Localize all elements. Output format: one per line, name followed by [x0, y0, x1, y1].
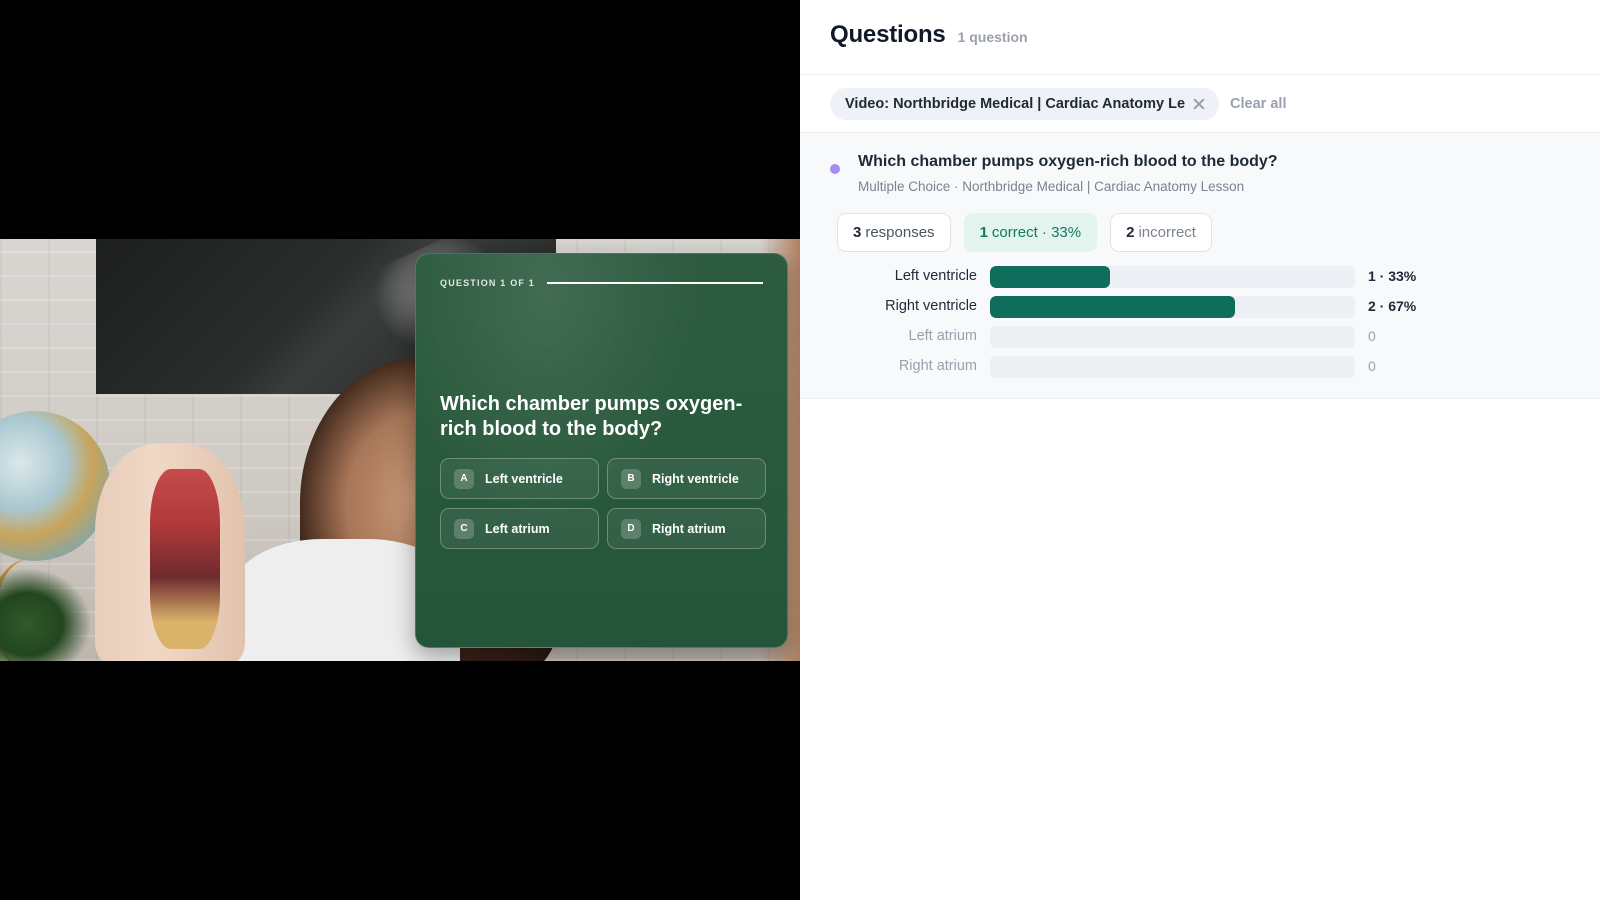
scene-plant — [0, 569, 90, 661]
quiz-option-letter: C — [454, 518, 474, 539]
answer-value: 0 — [1368, 358, 1376, 374]
incorrect-pill[interactable]: 2 incorrect — [1110, 213, 1212, 252]
quiz-option-label: Right atrium — [652, 521, 726, 536]
quiz-overlay-card: QUESTION 1 OF 1 Which chamber pumps oxyg… — [415, 253, 788, 648]
question-text: Which chamber pumps oxygen-rich blood to… — [858, 153, 1278, 170]
quiz-option-c[interactable]: C Left atrium — [440, 508, 599, 549]
answer-bar-fill — [990, 266, 1111, 288]
incorrect-count: 2 — [1126, 224, 1135, 241]
quiz-option-label: Left ventricle — [485, 471, 563, 486]
question-count: 1 question — [957, 29, 1028, 45]
quiz-progress-fill — [547, 282, 763, 284]
question-header: Which chamber pumps oxygen-rich blood to… — [800, 133, 1600, 205]
stats-row: 3 responses 1 correct · 33% 2 incorrect — [837, 213, 1212, 252]
correct-pill[interactable]: 1 correct · 33% — [963, 213, 1098, 252]
question-status-dot — [830, 164, 840, 174]
video-filter-chip[interactable]: Video: Northbridge Medical | Cardiac Ana… — [830, 87, 1220, 120]
answer-value: 1 · 33% — [1368, 268, 1417, 284]
answer-bar-track — [990, 356, 1355, 378]
quiz-question: Which chamber pumps oxygen-rich blood to… — [440, 393, 743, 440]
clear-all-link[interactable]: Clear all — [1230, 96, 1286, 112]
answer-bar-fill — [990, 296, 1235, 318]
incorrect-label: incorrect — [1138, 224, 1196, 241]
answer-bar-track — [990, 326, 1355, 348]
responses-count: 3 — [853, 224, 862, 241]
quiz-progress-row: QUESTION 1 OF 1 — [440, 276, 763, 290]
correct-count: 1 — [979, 224, 988, 241]
questions-panel: Questions 1 question Video: Northbridge … — [800, 0, 1600, 900]
quiz-option-label: Right ventricle — [652, 471, 739, 486]
quiz-options: A Left ventricle B Right ventricle C Lef… — [440, 458, 766, 549]
panel-header: Questions 1 question — [800, 0, 1600, 75]
quiz-counter: QUESTION 1 OF 1 — [440, 278, 536, 288]
quiz-option-a[interactable]: A Left ventricle — [440, 458, 599, 499]
quiz-progress-bar — [547, 282, 763, 284]
answer-label: Right atrium — [898, 358, 977, 374]
quiz-option-letter: B — [621, 468, 641, 489]
correct-label: correct · 33% — [991, 224, 1082, 241]
video-player[interactable]: QUESTION 1 OF 1 Which chamber pumps oxyg… — [0, 0, 800, 900]
answer-label: Left atrium — [908, 328, 978, 344]
page-title: Questions — [830, 21, 946, 48]
responses-label: responses — [865, 224, 935, 241]
answer-row: Left ventricle 1 · 33% — [800, 265, 1600, 289]
answer-row: Right atrium 0 — [800, 355, 1600, 379]
responses-pill[interactable]: 3 responses — [837, 213, 951, 252]
close-icon[interactable] — [1193, 98, 1205, 110]
answer-bar-track — [990, 266, 1355, 288]
quiz-option-letter: A — [454, 468, 474, 489]
answer-value: 0 — [1368, 328, 1376, 344]
quiz-option-b[interactable]: B Right ventricle — [607, 458, 766, 499]
answer-row: Right ventricle 2 · 67% — [800, 295, 1600, 319]
answer-bar-track — [990, 296, 1355, 318]
answer-label: Left ventricle — [894, 268, 977, 284]
filter-chip-label: Video: Northbridge Medical | Cardiac Ana… — [845, 95, 1186, 112]
filter-bar: Video: Northbridge Medical | Cardiac Ana… — [800, 75, 1600, 133]
answer-value: 2 · 67% — [1368, 298, 1417, 314]
quiz-option-label: Left atrium — [485, 521, 550, 536]
quiz-option-letter: D — [621, 518, 641, 539]
scene-anatomy-organs — [150, 469, 220, 649]
quiz-option-d[interactable]: D Right atrium — [607, 508, 766, 549]
question-meta: Multiple Choice · Northbridge Medical | … — [858, 179, 1245, 194]
question-list-item[interactable]: Which chamber pumps oxygen-rich blood to… — [800, 133, 1600, 399]
answer-label: Right ventricle — [885, 298, 977, 314]
answer-row: Left atrium 0 — [800, 325, 1600, 349]
